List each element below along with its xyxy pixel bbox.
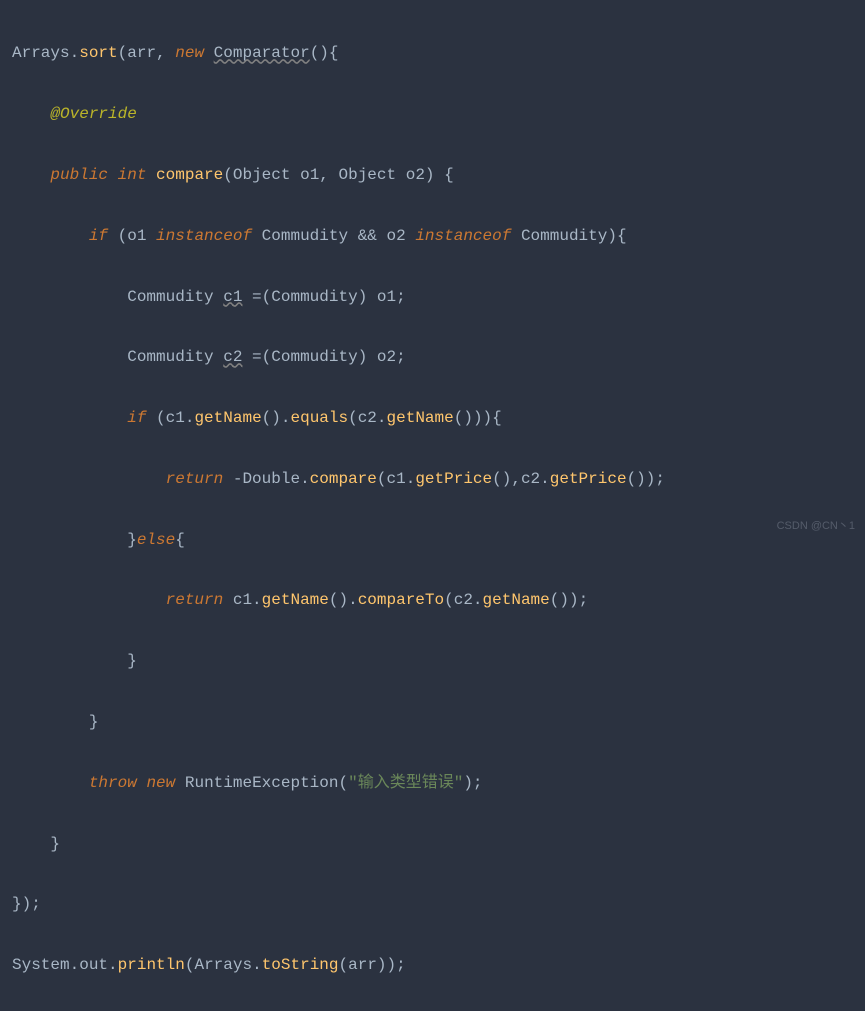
code-line: throw new RuntimeException("输入类型错误");	[12, 768, 853, 798]
code-line: }else{	[12, 525, 853, 555]
code-line: return -Double.compare(c1.getPrice(),c2.…	[12, 464, 853, 494]
annotation-override: @Override	[50, 105, 136, 123]
var-c1: c1	[223, 288, 242, 306]
code-line: }	[12, 707, 853, 737]
string-literal: "输入类型错误"	[348, 774, 463, 792]
code-line: public int compare(Object o1, Object o2)…	[12, 160, 853, 190]
code-line: Arrays.sort(arr, new Comparator(){	[12, 38, 853, 68]
code-line: });	[12, 889, 853, 919]
class-comparator: Comparator	[214, 44, 310, 62]
keyword-new: new	[175, 44, 204, 62]
class-ref: Arrays	[12, 44, 70, 62]
method-call: sort	[79, 44, 117, 62]
code-line: Commudity c2 =(Commudity) o2;	[12, 342, 853, 372]
method-compare: compare	[156, 166, 223, 184]
keyword-return: return	[166, 470, 224, 488]
var-c2: c2	[223, 348, 242, 366]
keyword-else: else	[137, 531, 175, 549]
keyword-if: if	[127, 409, 146, 427]
code-line: if (c1.getName().equals(c2.getName())){	[12, 403, 853, 433]
keyword-int: int	[118, 166, 147, 184]
watermark: CSDN @CN丶1	[777, 516, 855, 537]
code-line: }	[12, 646, 853, 676]
code-line: System.out.println(Arrays.toString(arr))…	[12, 950, 853, 980]
code-line: @Override	[12, 99, 853, 129]
keyword-throw: throw	[89, 774, 137, 792]
code-editor[interactable]: Arrays.sort(arr, new Comparator(){ @Over…	[12, 8, 853, 1011]
code-line: return c1.getName().compareTo(c2.getName…	[12, 585, 853, 615]
keyword-if: if	[89, 227, 108, 245]
keyword-return: return	[166, 591, 224, 609]
code-line: if (o1 instanceof Commudity && o2 instan…	[12, 221, 853, 251]
code-line: }	[12, 829, 853, 859]
keyword-new: new	[146, 774, 175, 792]
code-line: Commudity c1 =(Commudity) o1;	[12, 282, 853, 312]
keyword-public: public	[50, 166, 108, 184]
keyword-instanceof: instanceof	[415, 227, 511, 245]
keyword-instanceof: instanceof	[156, 227, 252, 245]
